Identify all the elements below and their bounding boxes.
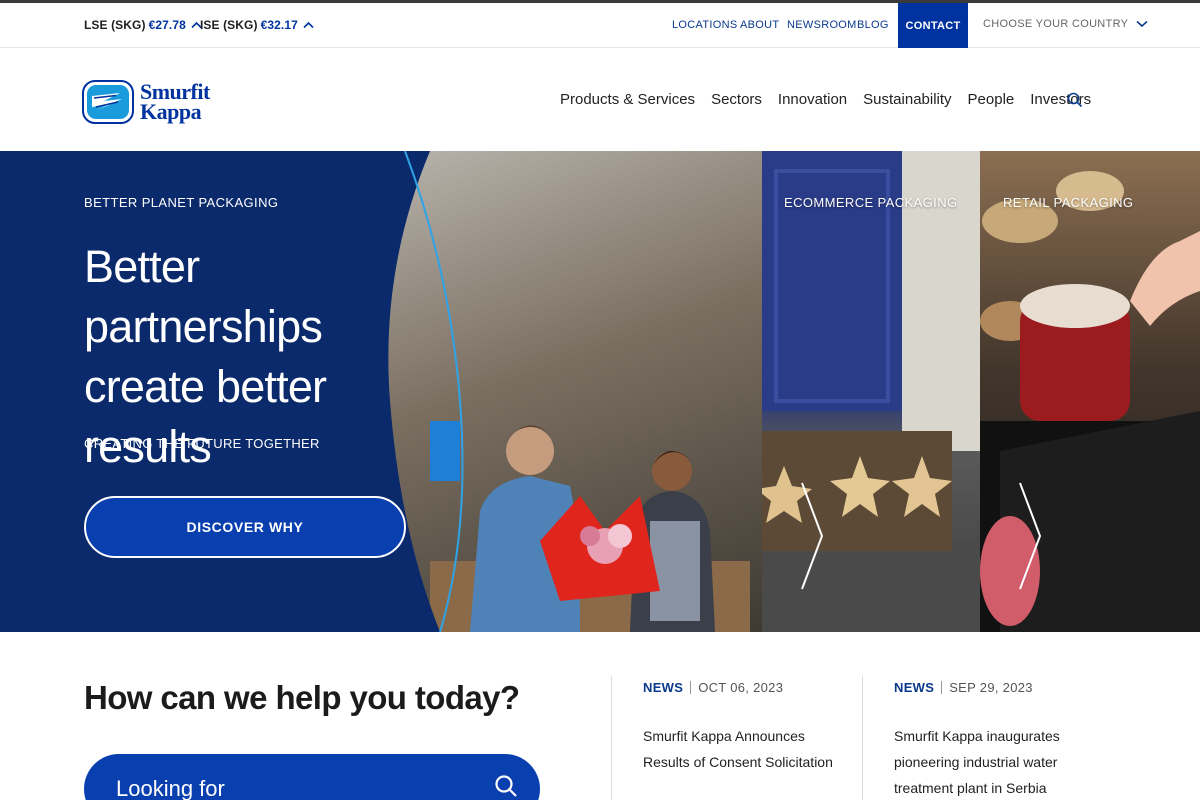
about-link[interactable]: ABOUT [740, 19, 779, 31]
ticker-ise[interactable]: ISE (SKG) €32.17 [200, 18, 314, 32]
help-search-input[interactable]: Looking for [84, 754, 540, 800]
nav-sustainability[interactable]: Sustainability [863, 91, 951, 108]
logo-wordmark: Smurfit Kappa [140, 81, 210, 124]
chevron-up-icon [303, 21, 314, 29]
ticker-ise-label: ISE (SKG) [200, 18, 258, 32]
logo-line-2: Kappa [140, 99, 202, 124]
hero-carousel: BETTER PLANET PACKAGING Better partnersh… [0, 151, 1200, 632]
blog-link[interactable]: BLOG [857, 19, 889, 31]
chevron-right-icon[interactable] [1016, 481, 1044, 591]
ecommerce-packaging-label[interactable]: ECOMMERCE PACKAGING [784, 195, 958, 210]
news-headline[interactable]: Smurfit Kappa inaugurates pioneering ind… [894, 723, 1104, 800]
nav-innovation[interactable]: Innovation [778, 91, 847, 108]
smurfit-kappa-logo-icon [82, 80, 134, 124]
ticker-lse-price: €27.78 [148, 18, 186, 32]
nav-products-services[interactable]: Products & Services [560, 91, 695, 108]
news-separator [690, 681, 692, 694]
main-nav: Products & Services Sectors Innovation S… [560, 91, 1107, 108]
contact-button[interactable]: CONTACT [898, 3, 968, 48]
discover-why-button[interactable]: DISCOVER WHY [84, 496, 406, 558]
country-selector[interactable]: CHOOSE YOUR COUNTRY [983, 18, 1148, 30]
utility-bar: LSE (SKG) €27.78 ISE (SKG) €32.17 LOCATI… [0, 3, 1200, 48]
newsroom-link[interactable]: NEWSROOM [787, 19, 857, 31]
help-heading: How can we help you today? [84, 679, 520, 716]
news-card[interactable]: NEWS SEP 29, 2023 Smurfit Kappa inaugura… [894, 680, 1104, 800]
country-selector-label: CHOOSE YOUR COUNTRY [983, 18, 1129, 30]
ecommerce-door-illustration [762, 151, 980, 632]
ticker-lse-label: LSE (SKG) [84, 18, 146, 32]
help-search-placeholder: Looking for [116, 776, 225, 800]
news-divider [862, 676, 863, 800]
main-header: Smurfit Kappa Products & Services Sector… [0, 49, 1200, 151]
search-icon[interactable] [494, 774, 518, 798]
news-headline[interactable]: Smurfit Kappa Announces Results of Conse… [643, 723, 853, 775]
news-tag: NEWS [894, 680, 935, 695]
retail-products-illustration [980, 171, 1200, 632]
retail-packaging-label[interactable]: RETAIL PACKAGING [1003, 195, 1133, 210]
logo[interactable]: Smurfit Kappa [82, 80, 210, 124]
chevron-right-icon[interactable] [798, 481, 826, 591]
ticker-lse[interactable]: LSE (SKG) €27.78 [84, 18, 202, 32]
hero-eyebrow: BETTER PLANET PACKAGING [84, 195, 279, 210]
ticker-ise-price: €32.17 [260, 18, 298, 32]
news-date: OCT 06, 2023 [698, 680, 784, 695]
chevron-down-icon [1136, 20, 1148, 28]
news-meta: NEWS SEP 29, 2023 [894, 680, 1104, 695]
news-tag: NEWS [643, 680, 684, 695]
locations-link[interactable]: LOCATIONS [672, 19, 737, 31]
news-separator [941, 681, 943, 694]
news-date: SEP 29, 2023 [949, 680, 1033, 695]
news-divider [611, 676, 612, 800]
nav-people[interactable]: People [968, 91, 1015, 108]
news-card[interactable]: NEWS OCT 06, 2023 Smurfit Kappa Announce… [643, 680, 853, 775]
nav-sectors[interactable]: Sectors [711, 91, 762, 108]
search-icon[interactable] [1067, 92, 1083, 108]
hero-subtitle: CREATING THE FUTURE TOGETHER [84, 436, 320, 451]
news-meta: NEWS OCT 06, 2023 [643, 680, 853, 695]
